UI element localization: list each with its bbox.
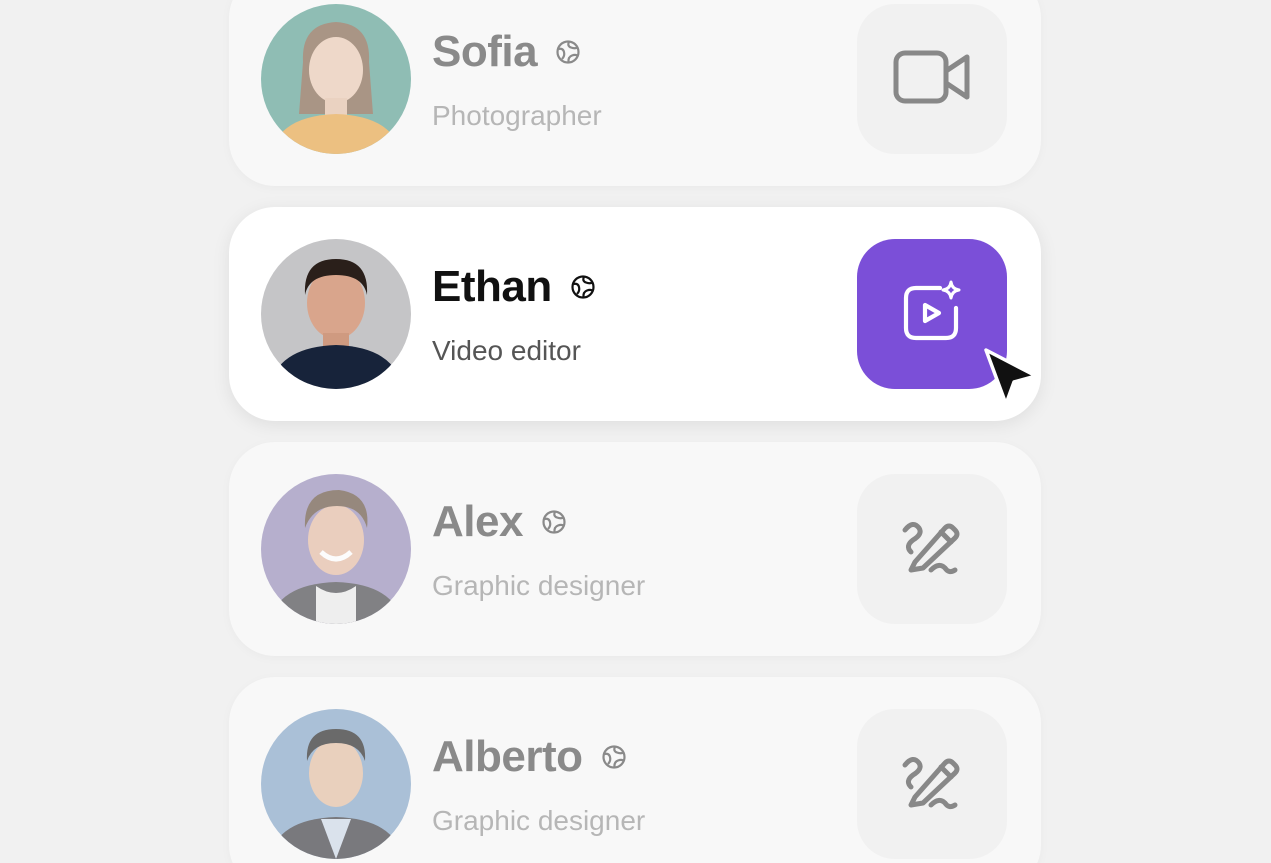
globe-icon <box>555 39 581 65</box>
user-card-alberto[interactable]: Alberto Graphic designer <box>229 677 1041 863</box>
pen-icon <box>899 749 965 820</box>
user-role: Photographer <box>432 100 602 131</box>
design-button[interactable] <box>857 709 1007 859</box>
user-role: Graphic designer <box>432 570 646 601</box>
user-card-ethan[interactable]: Ethan Video editor <box>229 207 1041 421</box>
user-name: Sofia <box>432 27 538 76</box>
avatar <box>261 709 411 859</box>
user-card-alex[interactable]: Alex Graphic designer <box>229 442 1041 656</box>
user-role: Graphic designer <box>432 805 646 836</box>
user-list: Sofia Photographer Ethan Video editor Al… <box>0 0 1271 863</box>
user-name: Alberto <box>432 732 583 781</box>
avatar <box>261 239 411 389</box>
magic-video-icon <box>896 276 968 353</box>
design-button[interactable] <box>857 474 1007 624</box>
video-call-button[interactable] <box>857 4 1007 154</box>
user-name: Alex <box>432 497 523 546</box>
globe-icon <box>570 274 596 300</box>
pen-icon <box>899 514 965 585</box>
user-role: Video editor <box>432 335 581 366</box>
avatar <box>261 4 411 154</box>
user-name: Ethan <box>432 262 552 311</box>
mouse-cursor-icon <box>980 346 1042 408</box>
globe-icon <box>541 509 567 535</box>
globe-icon <box>601 744 627 770</box>
avatar <box>261 474 411 624</box>
user-card-sofia[interactable]: Sofia Photographer <box>229 0 1041 186</box>
video-camera-icon <box>893 49 971 110</box>
